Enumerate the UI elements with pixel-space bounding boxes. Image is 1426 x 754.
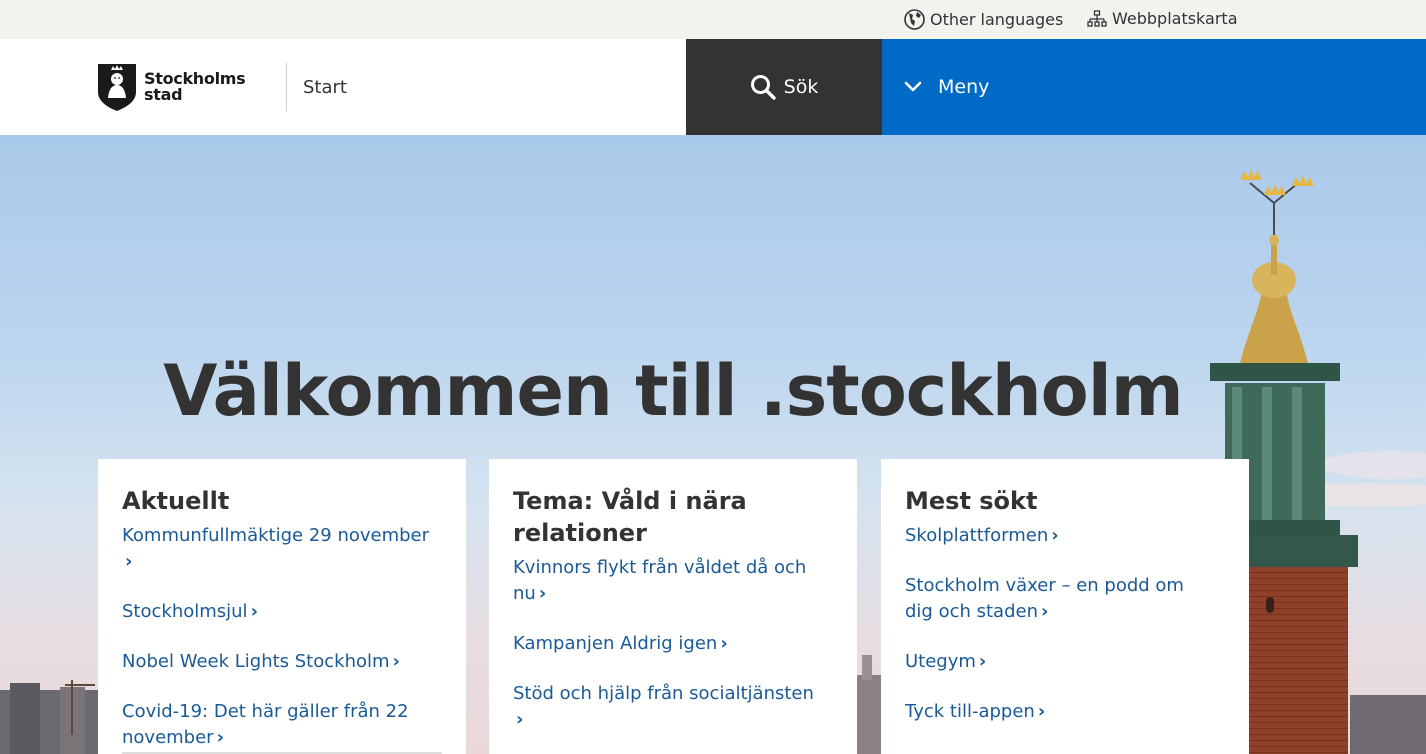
card-link[interactable]: Kampanjen Aldrig igen › bbox=[513, 631, 833, 657]
chevron-right-icon: › bbox=[1051, 525, 1059, 546]
card-link-list: Kommunfullmäktige 29 november › Stockholm… bbox=[122, 523, 442, 751]
site-header: Stockholms stad Start Sök Meny bbox=[0, 39, 1426, 135]
card-link-text: Stöd och hjälp från socialtjänsten bbox=[513, 683, 814, 704]
card-link-text: Skolplattformen bbox=[905, 525, 1049, 546]
utility-bar: Other languages Webbplatskarta bbox=[0, 0, 1426, 39]
theme-card: Tema: Våld i nära relationer Kvinnors fl… bbox=[489, 459, 857, 754]
card-link[interactable]: Kommunfullmäktige 29 november › bbox=[122, 523, 442, 575]
chevron-right-icon: › bbox=[125, 551, 133, 572]
menu-button[interactable]: Meny bbox=[882, 39, 1426, 135]
chevron-right-icon: › bbox=[978, 651, 987, 672]
search-button[interactable]: Sök bbox=[686, 39, 882, 135]
menu-label: Meny bbox=[938, 76, 990, 98]
card-link[interactable]: Stockholm växer – en podd om dig och sta… bbox=[905, 573, 1225, 625]
hero-title: Välkommen till .stockholm bbox=[163, 350, 1183, 432]
sitemap-icon bbox=[1087, 9, 1107, 27]
breadcrumb[interactable]: Start bbox=[303, 77, 347, 98]
card-link[interactable]: Stöd och hjälp från socialtjänsten › bbox=[513, 681, 833, 733]
logo-line-2: stad bbox=[144, 85, 183, 104]
card-link[interactable]: Stockholmsjul › bbox=[122, 599, 442, 625]
card-link-text: Stockholmsjul bbox=[122, 601, 248, 622]
card-link-text: Tyck till-appen bbox=[905, 701, 1035, 722]
card-link[interactable]: Tyck till-appen › bbox=[905, 699, 1225, 725]
hero-section: Välkommen till .stockholm Aktuellt Kommu… bbox=[0, 135, 1426, 754]
card-link-text: Kampanjen Aldrig igen bbox=[513, 633, 718, 654]
logo-wordmark: Stockholms stad bbox=[144, 71, 246, 104]
card-link[interactable]: Kvinnors flykt från våldet då och nu › bbox=[513, 555, 833, 607]
search-icon bbox=[750, 75, 776, 100]
chevron-right-icon: › bbox=[392, 651, 400, 672]
card-heading: Mest sökt bbox=[905, 487, 1038, 515]
other-languages-label: Other languages bbox=[930, 10, 1064, 29]
card-link-text: Covid-19: Det här gäller från 22 novembe… bbox=[122, 701, 409, 748]
card-link-list: Skolplattformen › Stockholm växer – en po… bbox=[905, 523, 1225, 725]
most-searched-card: Mest sökt Skolplattformen › Stockholm väx… bbox=[881, 459, 1249, 754]
card-link-list: Kvinnors flykt från våldet då och nu › Ka… bbox=[513, 555, 833, 733]
card-heading: Tema: Våld i nära relationer bbox=[513, 487, 747, 547]
chevron-down-icon bbox=[904, 81, 922, 92]
chevron-right-icon: › bbox=[1041, 601, 1049, 622]
chevron-right-icon: › bbox=[1037, 701, 1046, 722]
card-link[interactable]: Covid-19: Det här gäller från 22 novembe… bbox=[122, 699, 442, 751]
chevron-right-icon: › bbox=[720, 633, 728, 654]
card-link-text: Utegym bbox=[905, 651, 976, 672]
sitemap-label: Webbplatskarta bbox=[1112, 9, 1238, 28]
card-link-text: Kommunfullmäktige 29 november bbox=[122, 525, 430, 546]
stockholm-logo[interactable]: Stockholms stad bbox=[97, 62, 246, 112]
card-link[interactable]: Nobel Week Lights Stockholm › bbox=[122, 649, 442, 675]
chevron-right-icon: › bbox=[516, 709, 524, 730]
card-link-text: Kvinnors flykt från våldet då och nu bbox=[513, 557, 807, 604]
news-card: Aktuellt Kommunfullmäktige 29 november › … bbox=[98, 459, 466, 754]
card-link[interactable]: Skolplattformen › bbox=[905, 523, 1225, 549]
card-link[interactable]: Utegym › bbox=[905, 649, 1225, 675]
card-heading: Aktuellt bbox=[122, 487, 230, 515]
header-divider bbox=[286, 63, 287, 111]
search-label: Sök bbox=[783, 76, 819, 98]
card-link-text: Nobel Week Lights Stockholm bbox=[122, 651, 390, 672]
chevron-right-icon: › bbox=[250, 601, 258, 622]
city-crest-icon bbox=[98, 64, 136, 111]
other-languages-link[interactable]: Other languages bbox=[904, 9, 1063, 30]
chevron-right-icon: › bbox=[538, 583, 547, 604]
sitemap-link[interactable]: Webbplatskarta bbox=[1087, 9, 1238, 28]
globe-icon bbox=[904, 9, 925, 30]
chevron-right-icon: › bbox=[216, 727, 225, 748]
